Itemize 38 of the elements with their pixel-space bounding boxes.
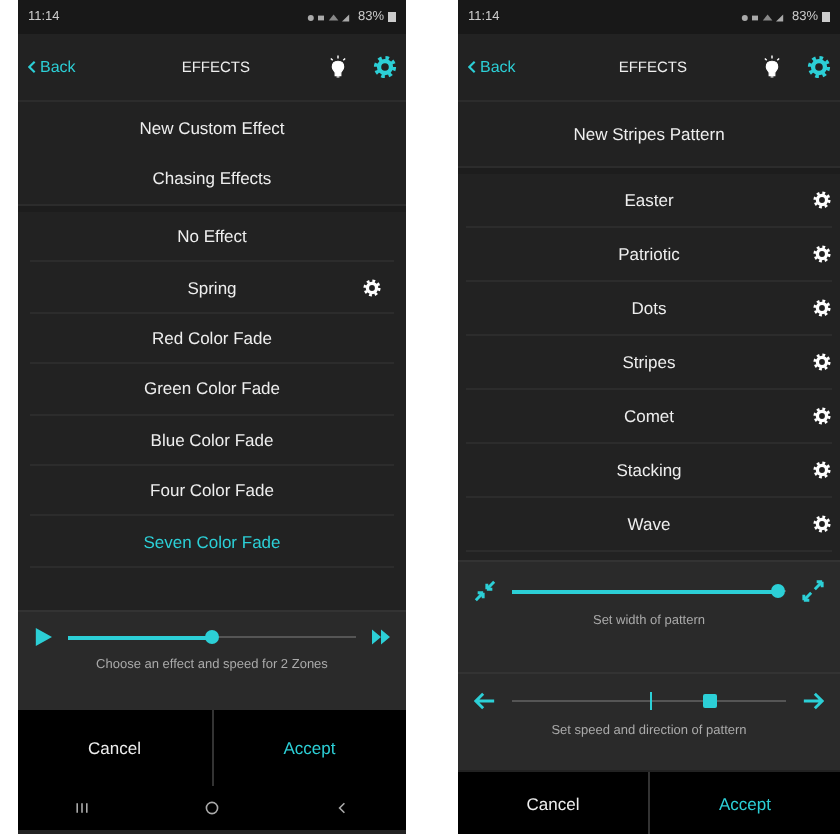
pattern-option[interactable]: Wave [627, 514, 671, 534]
light-bulb-icon[interactable] [762, 54, 782, 80]
effect-option[interactable]: Spring [187, 277, 237, 298]
battery-icon [388, 12, 396, 22]
menu-item[interactable]: Chasing Effects [144, 152, 280, 202]
settings-icon[interactable] [806, 54, 832, 80]
effect-option[interactable]: Seven Color Fade [143, 531, 281, 552]
menu-item[interactable]: New Custom Effect [131, 102, 293, 152]
pattern-option[interactable]: Stripes [622, 352, 676, 372]
recent-apps-icon[interactable] [74, 800, 91, 816]
effect-option[interactable]: Red Color Fade [151, 327, 272, 348]
light-bulb-icon[interactable] [328, 54, 348, 80]
back-button[interactable]: Back [28, 58, 76, 76]
effect-option[interactable]: No Effect [177, 226, 247, 247]
home-icon[interactable] [203, 800, 220, 816]
chevron-icon [28, 60, 36, 74]
pattern-option[interactable]: Patriotic [618, 244, 680, 264]
menu-item[interactable]: New Stripes Pattern [565, 102, 733, 164]
effect-option[interactable]: Blue Color Fade [150, 429, 274, 450]
right-arrow-icon [802, 690, 824, 712]
pattern-option[interactable]: Easter [624, 190, 674, 210]
back-icon[interactable] [333, 800, 350, 816]
expand-arrows-icon [802, 580, 824, 602]
pattern-option[interactable]: Dots [631, 298, 667, 318]
settings-icon[interactable] [372, 54, 398, 80]
battery-icon [822, 12, 830, 22]
status-icons-drawing [305, 11, 354, 23]
effect-option[interactable]: Green Color Fade [143, 378, 281, 399]
pattern-option[interactable]: Stacking [616, 460, 682, 480]
status-icons-drawing [739, 11, 788, 23]
effect-option[interactable]: Four Color Fade [150, 480, 274, 501]
left-arrow-icon [474, 690, 496, 712]
pattern-option[interactable]: Comet [623, 406, 675, 426]
fast-forward-icon [372, 628, 390, 646]
shrink-arrows-icon [474, 580, 496, 602]
back-button[interactable]: Back [468, 58, 516, 76]
play-icon [34, 628, 52, 646]
chevron-icon [468, 60, 476, 74]
